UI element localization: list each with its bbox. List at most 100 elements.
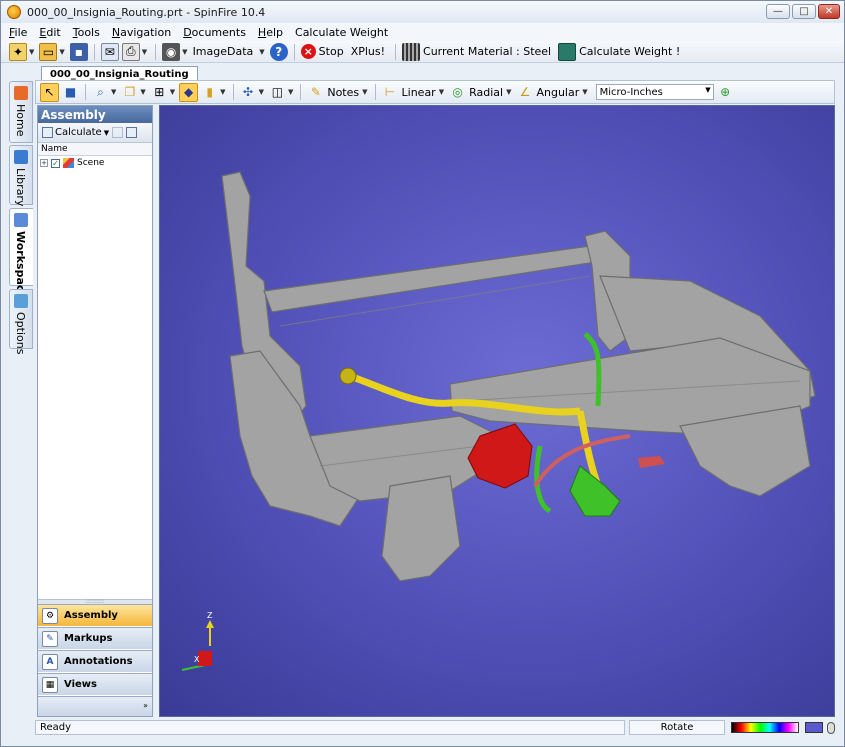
menu-help[interactable]: Help — [258, 26, 283, 39]
radial-button[interactable]: Radial — [469, 86, 503, 99]
nav-annotations-label: Annotations — [64, 656, 133, 667]
radial-dropdown-icon[interactable]: ▼ — [506, 88, 511, 96]
visibility-checkbox[interactable]: ✓ — [51, 158, 60, 168]
stop-button[interactable]: Stop — [319, 45, 344, 58]
add-measure-icon[interactable]: ⊕ — [716, 83, 735, 102]
properties-icon[interactable] — [126, 127, 138, 138]
nav-overflow-button[interactable]: » — [38, 696, 152, 716]
assembly-icon: ⚙ — [42, 607, 58, 624]
imagedata-dropdown-icon[interactable]: ▼ — [259, 48, 264, 56]
new-dropdown-icon[interactable]: ▼ — [29, 48, 34, 56]
nav-assembly-button[interactable]: ⚙ Assembly — [38, 604, 152, 626]
background-color-swatch[interactable] — [805, 722, 823, 733]
spinfire-logo-icon — [7, 5, 21, 19]
open-dropdown-icon[interactable]: ▼ — [59, 48, 64, 56]
camera-icon[interactable]: ◉ — [162, 42, 181, 61]
calculate-weight-button[interactable]: Calculate Weight ! — [579, 45, 680, 58]
layout-dropdown-icon[interactable]: ▼ — [170, 88, 175, 96]
nav-assembly-label: Assembly — [64, 610, 118, 621]
views-icon: ▦ — [42, 676, 58, 693]
stop-icon[interactable]: × — [300, 44, 316, 59]
tab-options[interactable]: Options — [9, 289, 33, 354]
current-material-button[interactable]: Current Material : Steel — [423, 45, 551, 58]
menu-edit[interactable]: Edit — [39, 26, 60, 39]
calculate-dropdown-icon: ▼ — [103, 128, 110, 137]
close-button[interactable]: ✕ — [818, 4, 840, 19]
tree-row-scene[interactable]: + ✓ Scene — [38, 156, 152, 170]
z-axis-arrow — [206, 620, 214, 628]
section-icon[interactable]: ◫ — [268, 83, 287, 102]
calculate-button[interactable]: Calculate ▼ — [42, 127, 109, 138]
angular-button[interactable]: Angular — [536, 86, 579, 99]
explode-dropdown-icon[interactable]: ▼ — [259, 88, 264, 96]
nav-markups-label: Markups — [64, 633, 113, 644]
tab-home-label: Home — [14, 104, 27, 137]
save-icon[interactable]: ▪ — [69, 42, 88, 61]
new-icon[interactable]: ✦ — [9, 42, 27, 61]
angular-measure-icon[interactable]: ∠ — [515, 83, 534, 102]
zoom-icon[interactable]: ⌕ — [91, 83, 110, 102]
menu-calculate-weight[interactable]: Calculate Weight — [295, 26, 388, 39]
options-icon — [14, 294, 28, 308]
imagedata-button[interactable]: ImageData — [193, 45, 254, 58]
cylinder-icon[interactable]: ▮ — [200, 83, 219, 102]
units-select[interactable]: Micro-Inches ▼ — [595, 84, 714, 100]
notes-icon[interactable]: ✎ — [306, 83, 325, 102]
help-icon[interactable]: ? — [269, 42, 288, 61]
select-icon[interactable]: ↖ — [40, 82, 59, 102]
toolbar-separator — [155, 43, 157, 60]
side-tab-strip: Home Library Workspace Options — [9, 71, 33, 361]
notes-dropdown-icon[interactable]: ▼ — [362, 88, 367, 96]
linear-measure-icon[interactable]: ⊢ — [381, 83, 400, 102]
menu-documents[interactable]: Documents — [183, 26, 246, 39]
window-title: 000_00_Insignia_Routing.prt - SpinFire 1… — [27, 5, 266, 19]
material-icon[interactable] — [402, 42, 421, 61]
document-tab[interactable]: 000_00_Insignia_Routing — [41, 66, 198, 81]
panel-title: Assembly — [38, 106, 152, 123]
menu-navigation[interactable]: Navigation — [112, 26, 171, 39]
minimize-button[interactable]: — — [766, 4, 790, 19]
menu-tools[interactable]: Tools — [73, 26, 100, 39]
cylinder-dropdown-icon[interactable]: ▼ — [220, 88, 225, 96]
calculate-label: Calculate — [55, 127, 102, 138]
menu-file[interactable]: File — [9, 26, 27, 39]
nav-annotations-button[interactable]: A Annotations — [38, 650, 152, 672]
linear-button[interactable]: Linear — [402, 86, 436, 99]
zoom-dropdown-icon[interactable]: ▼ — [111, 88, 116, 96]
calculator-icon[interactable] — [558, 42, 577, 61]
radial-measure-icon[interactable]: ◎ — [448, 83, 467, 102]
camera-dropdown-icon[interactable]: ▼ — [182, 48, 187, 56]
open-folder-icon[interactable]: ▭ — [39, 42, 58, 61]
layers-dropdown-icon[interactable]: ▼ — [140, 88, 145, 96]
section-dropdown-icon[interactable]: ▼ — [288, 88, 293, 96]
tab-workspace[interactable]: Workspace — [9, 208, 33, 299]
explode-icon[interactable]: ✣ — [239, 83, 258, 102]
layers-icon[interactable]: ❐ — [120, 83, 139, 102]
document-tab-strip: 000_00_Insignia_Routing — [35, 64, 835, 81]
tab-library[interactable]: Library — [9, 145, 33, 206]
mouse-icon — [827, 721, 835, 734]
tab-home[interactable]: Home — [9, 81, 33, 143]
print-dropdown-icon[interactable]: ▼ — [142, 48, 147, 56]
color-spectrum-icon[interactable] — [731, 722, 799, 733]
email-icon[interactable]: ✉ — [100, 42, 119, 61]
maximize-button[interactable]: □ — [792, 4, 816, 19]
notes-button[interactable]: Notes — [327, 86, 359, 99]
layout-icon[interactable]: ⊞ — [150, 83, 169, 102]
library-icon — [14, 150, 28, 164]
linear-dropdown-icon[interactable]: ▼ — [439, 88, 444, 96]
z-axis-label: Z — [207, 611, 213, 620]
print-icon[interactable]: ⎙ — [121, 42, 140, 61]
nav-views-button[interactable]: ▦ Views — [38, 673, 152, 695]
angular-dropdown-icon[interactable]: ▼ — [582, 88, 587, 96]
status-text: Ready — [35, 720, 625, 735]
cube-view-icon[interactable]: ■ — [61, 83, 80, 102]
main-toolbar: ✦ ▼ ▭ ▼ ▪ ✉ ⎙ ▼ ◉ ▼ ImageData ▼ ? × Stop XPlu… — [1, 41, 844, 63]
render-mode-icon[interactable]: ◆ — [179, 82, 199, 102]
tree-column-header[interactable]: Name — [38, 143, 152, 156]
app-window: 000_00_Insignia_Routing.prt - SpinFire 1… — [0, 0, 845, 747]
nav-markups-button[interactable]: ✎ Markups — [38, 627, 152, 649]
3d-viewport[interactable]: Z X — [159, 105, 835, 717]
xplus-button[interactable]: XPlus! — [351, 45, 385, 58]
expand-icon[interactable]: + — [40, 159, 48, 167]
